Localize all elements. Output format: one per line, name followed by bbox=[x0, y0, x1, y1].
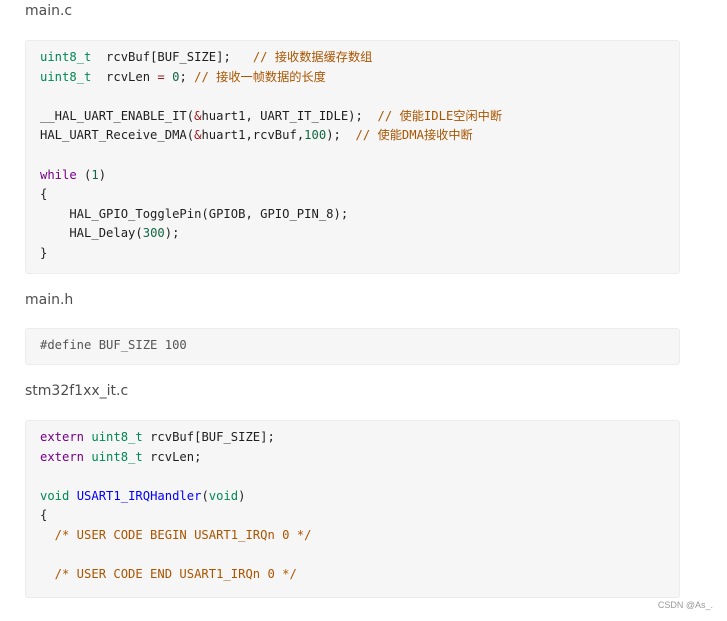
code-token: USART1_IRQHandler bbox=[76, 488, 202, 503]
code-line: HAL_Delay(300); bbox=[40, 223, 179, 243]
code-token: __HAL_UART_ENABLE_IT( bbox=[40, 108, 195, 123]
code-line: void USART1_IRQHandler(void) bbox=[40, 486, 246, 506]
code-token: void bbox=[208, 488, 239, 503]
code-token: extern bbox=[40, 449, 85, 464]
code-line: } bbox=[40, 243, 47, 263]
code-token: HAL_UART_Receive_DMA( bbox=[40, 128, 195, 143]
code-line: uint8_t rcvLen = 0; // 接收一帧数据的长度 bbox=[40, 67, 326, 87]
code-token: HAL_GPIO_TogglePin(GPIOB, GPIO_PIN_8); bbox=[40, 206, 349, 221]
code-token: ) bbox=[98, 167, 107, 182]
code-token: uint8_t bbox=[40, 50, 92, 64]
code-token: uint8_t bbox=[91, 449, 143, 464]
code-token: rcvLen bbox=[91, 69, 158, 84]
code-line: /* USER CODE BEGIN USART1_IRQn 0 */ bbox=[40, 525, 312, 545]
code-line: HAL_UART_Receive_DMA(&huart1,rcvBuf,100)… bbox=[40, 125, 473, 145]
code-token: rcvLen; bbox=[142, 449, 202, 464]
code-line: /* USER CODE END USART1_IRQn 0 */ bbox=[40, 564, 297, 584]
code-token: // 接收一帧数据的长度 bbox=[194, 69, 326, 84]
code-line: #define BUF_SIZE 100 bbox=[40, 335, 187, 355]
code-token: ); bbox=[326, 128, 356, 143]
code-line: { bbox=[40, 184, 47, 204]
code-token: ( bbox=[201, 488, 209, 503]
code-token: } bbox=[40, 246, 48, 260]
code-token: 300 bbox=[142, 226, 165, 241]
file-title-stm32f1xx-it-c: stm32f1xx_it.c bbox=[25, 383, 129, 399]
code-line: __HAL_UART_ENABLE_IT(&huart1, UART_IT_ID… bbox=[40, 106, 502, 126]
code-token: huart1,rcvBuf, bbox=[201, 128, 305, 143]
code-line: extern uint8_t rcvLen; bbox=[40, 447, 201, 467]
code-token: 100 bbox=[304, 128, 327, 143]
code-token: { bbox=[40, 508, 48, 523]
code-token: ; bbox=[179, 69, 195, 84]
code-line: HAL_GPIO_TogglePin(GPIOB, GPIO_PIN_8); bbox=[40, 204, 348, 224]
code-token: uint8_t bbox=[91, 430, 143, 444]
code-token: while bbox=[40, 167, 77, 182]
code-token: ( bbox=[76, 167, 92, 182]
code-token: rcvBuf[BUF_SIZE]; bbox=[91, 50, 253, 64]
code-token: extern bbox=[40, 430, 85, 444]
code-token: HAL_Delay( bbox=[40, 226, 143, 241]
code-block-stm32f1xx-it-c: extern uint8_t rcvBuf[BUF_SIZE]; extern u… bbox=[25, 420, 680, 598]
code-token: // 使能IDLE空闲中断 bbox=[377, 108, 503, 123]
code-token: uint8_t bbox=[40, 69, 92, 84]
code-token: #define BUF_SIZE 100 bbox=[40, 338, 187, 352]
code-line: { bbox=[40, 505, 47, 525]
code-token: // 接收数据缓存数组 bbox=[252, 50, 373, 64]
code-block-main-h: #define BUF_SIZE 100 bbox=[25, 328, 680, 365]
code-token: ); bbox=[164, 226, 180, 241]
code-token: huart1, UART_IT_IDLE); bbox=[201, 108, 378, 123]
file-title-main-h: main.h bbox=[25, 292, 74, 308]
code-token: 1 bbox=[91, 167, 99, 182]
code-line: while (1) bbox=[40, 165, 106, 185]
code-token: ) bbox=[238, 488, 246, 503]
code-line: uint8_t rcvBuf[BUF_SIZE]; // 接收数据缓存数组 bbox=[40, 47, 372, 67]
code-token: /* USER CODE END USART1_IRQn 0 */ bbox=[40, 567, 297, 582]
code-token: /* USER CODE BEGIN USART1_IRQn 0 */ bbox=[40, 528, 312, 542]
code-token: rcvBuf[BUF_SIZE]; bbox=[142, 430, 275, 444]
code-block-main-c: uint8_t rcvBuf[BUF_SIZE]; // 接收数据缓存数组 uin… bbox=[25, 40, 680, 274]
code-token: void bbox=[40, 488, 70, 503]
watermark: CSDN @As_. bbox=[657, 600, 713, 610]
code-token: = bbox=[157, 69, 165, 84]
file-title-main-c: main.c bbox=[25, 3, 73, 19]
code-token: { bbox=[40, 187, 48, 202]
code-token: // 使能DMA接收中断 bbox=[355, 128, 473, 143]
code-line: extern uint8_t rcvBuf[BUF_SIZE]; bbox=[40, 427, 275, 447]
